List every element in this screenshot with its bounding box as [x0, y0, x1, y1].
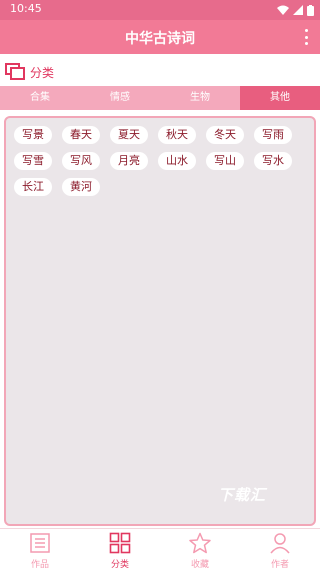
- document-icon: [30, 533, 50, 553]
- more-menu-icon[interactable]: [302, 29, 310, 45]
- category-chip-snow[interactable]: 写雪: [14, 152, 52, 170]
- status-bar: 10:45: [0, 0, 320, 20]
- app-bar: 中华古诗词: [0, 20, 320, 54]
- app-title: 中华古诗词: [125, 31, 195, 47]
- category-chip-wind[interactable]: 写风: [62, 152, 100, 170]
- category-list: 写景 春天 夏天 秋天 冬天 写雨 写雪 写风 月亮 山水 写山 写水 长江 黄…: [14, 126, 304, 196]
- nav-works[interactable]: 作品: [0, 529, 80, 570]
- nav-label-works: 作品: [30, 560, 49, 570]
- category-chip-rain[interactable]: 写雨: [254, 126, 292, 144]
- tab-emotion[interactable]: 情感: [80, 86, 160, 110]
- category-chip-yangtze[interactable]: 长江: [14, 178, 52, 196]
- category-icon: [5, 63, 25, 80]
- category-chip-winter[interactable]: 冬天: [206, 126, 244, 144]
- person-icon: [270, 533, 290, 554]
- section-title: 分类: [30, 66, 55, 80]
- battery-icon: [307, 4, 314, 16]
- bottom-nav: 作品 分类 收藏 作者: [0, 528, 320, 570]
- tab-creature[interactable]: 生物: [160, 86, 240, 110]
- nav-favorites[interactable]: 收藏: [160, 529, 240, 570]
- status-time: 10:45: [10, 2, 42, 15]
- category-chip-landscape[interactable]: 山水: [158, 152, 196, 170]
- category-chip-water[interactable]: 写水: [254, 152, 292, 170]
- wifi-icon: [277, 5, 289, 15]
- category-tabs: 合集 情感 生物 其他: [0, 86, 320, 110]
- tab-collection[interactable]: 合集: [0, 86, 80, 110]
- section-header: 分类: [0, 58, 320, 85]
- signal-icon: [293, 5, 303, 15]
- category-chip-autumn[interactable]: 秋天: [158, 126, 196, 144]
- star-icon: [189, 532, 211, 554]
- nav-category[interactable]: 分类: [80, 529, 160, 570]
- category-chip-moon[interactable]: 月亮: [110, 152, 148, 170]
- nav-authors[interactable]: 作者: [240, 529, 320, 570]
- category-chip-summer[interactable]: 夏天: [110, 126, 148, 144]
- watermark: 下载汇: [218, 486, 267, 504]
- nav-label-favorites: 收藏: [190, 560, 209, 570]
- category-chip-mountain[interactable]: 写山: [206, 152, 244, 170]
- tab-other[interactable]: 其他: [240, 86, 320, 110]
- nav-label-authors: 作者: [270, 560, 289, 570]
- grid-icon: [109, 532, 131, 554]
- category-chip-spring[interactable]: 春天: [62, 126, 100, 144]
- category-chip-scenery[interactable]: 写景: [14, 126, 52, 144]
- category-chip-yellow-river[interactable]: 黄河: [62, 178, 100, 196]
- status-icons: [277, 3, 314, 17]
- nav-label-category: 分类: [110, 560, 129, 570]
